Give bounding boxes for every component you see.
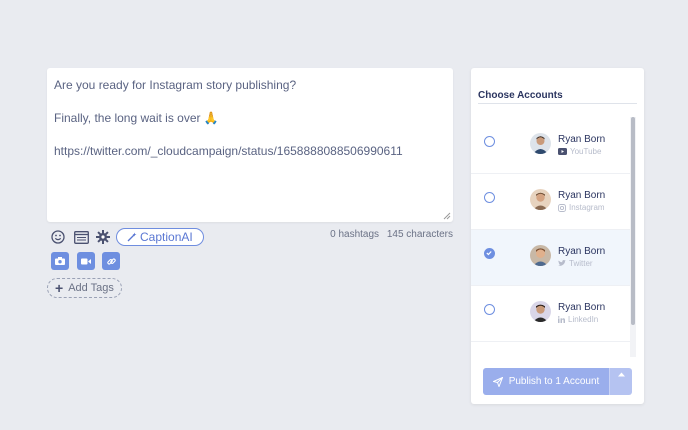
hashtag-count: 0 hashtags	[330, 229, 380, 240]
post-text[interactable]: Are you ready for Instagram story publis…	[54, 77, 445, 160]
camera-icon	[55, 257, 65, 265]
avatar	[530, 133, 551, 154]
magic-wand-icon	[127, 232, 137, 242]
character-count: 145 characters	[386, 229, 453, 240]
post-counts: 0 hashtags 145 characters	[330, 229, 453, 240]
add-photo-button[interactable]	[51, 252, 69, 270]
account-radio[interactable]	[484, 192, 495, 203]
video-icon	[81, 258, 91, 264]
plus-icon: +	[55, 280, 64, 296]
account-list: Ryan Born YouTube Ryan Born Instagram Ry…	[471, 118, 634, 342]
template-icon[interactable]	[72, 228, 90, 246]
accounts-panel: Choose Accounts Ryan Born YouTube Ryan B…	[471, 68, 644, 404]
publish-label: Publish to 1 Account	[508, 376, 600, 387]
add-tags-button[interactable]: + Add Tags	[47, 278, 122, 298]
composer-toolbar: CaptionAI 0 hashtags 145 characters	[47, 228, 453, 246]
network-label: LinkedIn	[568, 315, 599, 324]
account-row-linkedin[interactable]: Ryan Born LinkedIn	[471, 286, 634, 342]
post-line-1: Are you ready for Instagram story publis…	[54, 78, 297, 92]
scrollbar-thumb[interactable]	[631, 117, 635, 325]
add-tags-label: Add Tags	[68, 282, 114, 294]
account-name: Ryan Born	[558, 302, 606, 313]
account-radio[interactable]	[484, 304, 495, 315]
account-name: Ryan Born	[558, 190, 606, 201]
post-composer[interactable]: Are you ready for Instagram story publis…	[47, 68, 453, 222]
post-line-2: Finally, the long wait is over 🙏	[54, 111, 219, 125]
link-icon	[106, 258, 116, 264]
add-link-button[interactable]	[102, 252, 120, 270]
account-name: Ryan Born	[558, 246, 606, 257]
avatar	[530, 189, 551, 210]
account-radio[interactable]	[484, 136, 495, 147]
avatar	[530, 245, 551, 266]
account-network: Instagram	[558, 203, 605, 212]
account-network: LinkedIn	[558, 315, 598, 324]
linkedin-icon	[558, 316, 565, 323]
caption-ai-button[interactable]: CaptionAI	[116, 228, 204, 246]
account-network: Twitter	[558, 259, 593, 268]
publish-options-button[interactable]	[609, 368, 632, 395]
instagram-icon	[558, 203, 566, 212]
publish-button[interactable]: Publish to 1 Account	[483, 368, 609, 395]
account-row-twitter[interactable]: Ryan Born Twitter	[471, 230, 634, 286]
emoji-icon[interactable]	[49, 228, 67, 246]
caption-ai-label: CaptionAI	[140, 230, 193, 244]
publish-control: Publish to 1 Account	[483, 368, 632, 395]
account-network: YouTube	[558, 147, 601, 156]
account-row-instagram[interactable]: Ryan Born Instagram	[471, 174, 634, 230]
send-icon	[492, 376, 503, 387]
check-icon	[486, 251, 492, 256]
add-video-button[interactable]	[77, 252, 95, 270]
network-label: YouTube	[570, 147, 602, 156]
resize-handle-icon[interactable]	[443, 212, 451, 220]
chevron-up-icon	[617, 372, 625, 377]
network-label: Instagram	[569, 203, 605, 212]
twitter-icon	[558, 260, 566, 267]
panel-title: Choose Accounts	[478, 90, 563, 101]
network-label: Twitter	[569, 259, 593, 268]
account-name: Ryan Born	[558, 134, 606, 145]
youtube-icon	[558, 148, 567, 155]
gear-icon[interactable]	[94, 228, 112, 246]
account-radio[interactable]	[484, 248, 495, 259]
avatar	[530, 301, 551, 322]
account-row-youtube[interactable]: Ryan Born YouTube	[471, 118, 634, 174]
post-line-3: https://twitter.com/_cloudcampaign/statu…	[54, 144, 403, 158]
